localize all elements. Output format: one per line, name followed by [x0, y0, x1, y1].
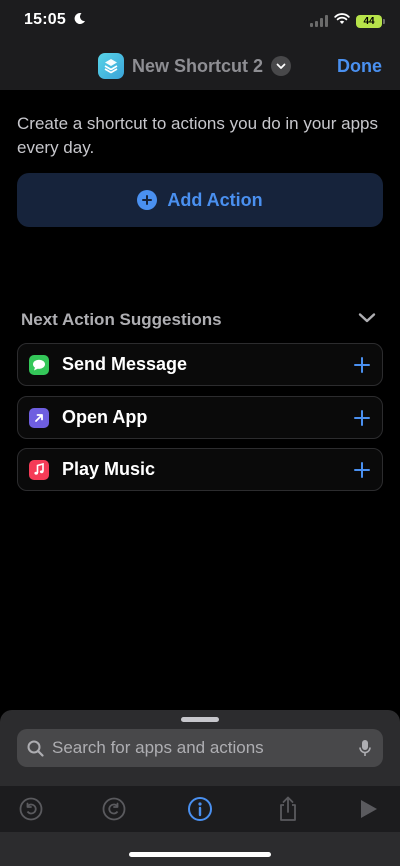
suggestion-label: Play Music: [62, 459, 156, 479]
chevron-down-icon[interactable]: [358, 311, 376, 329]
add-action-button[interactable]: Add Action: [17, 173, 383, 227]
play-icon[interactable]: [355, 796, 381, 822]
share-icon[interactable]: [275, 796, 301, 822]
open-app-icon: [29, 407, 49, 428]
moon-icon: [73, 12, 86, 28]
chevron-down-icon: [271, 56, 292, 76]
suggestions-header[interactable]: Next Action Suggestions: [21, 310, 376, 330]
search-placeholder: Search for apps and actions: [52, 738, 264, 757]
action-search-sheet: Search for apps and actions: [0, 710, 400, 866]
microphone-icon[interactable]: [359, 739, 371, 757]
add-icon[interactable]: [352, 408, 372, 428]
suggestion-label: Send Message: [62, 354, 188, 374]
nav-title: New Shortcut 2: [132, 55, 264, 76]
add-icon[interactable]: [352, 355, 372, 375]
status-bar: 15:05 44: [0, 0, 400, 44]
undo-icon[interactable]: [18, 796, 44, 822]
music-icon: [29, 459, 49, 480]
intro-text: Create a shortcut to actions you do in y…: [17, 114, 378, 157]
sheet-grabber[interactable]: [181, 717, 219, 722]
suggestion-open-app[interactable]: Open App: [17, 396, 383, 439]
add-icon[interactable]: [352, 460, 372, 480]
battery-icon: 44: [356, 14, 385, 28]
nav-bar: New Shortcut 2 Done: [0, 44, 400, 90]
signal-icon: [310, 15, 328, 27]
status-indicators: 44: [310, 12, 385, 30]
home-indicator: [129, 852, 271, 857]
search-field[interactable]: Search for apps and actions: [17, 729, 383, 767]
done-button[interactable]: Done: [337, 56, 382, 77]
suggestions-title: Next Action Suggestions: [21, 310, 222, 329]
editor-area: Create a shortcut to actions you do in y…: [0, 90, 400, 710]
shortcut-title-menu[interactable]: New Shortcut 2: [98, 53, 292, 79]
search-icon: [27, 740, 44, 757]
add-action-label: Add Action: [167, 189, 263, 210]
info-icon[interactable]: [187, 796, 213, 822]
wifi-icon: [334, 12, 350, 30]
bottom-toolbar: [0, 786, 400, 832]
suggestion-play-music[interactable]: Play Music: [17, 448, 383, 491]
suggestion-send-message[interactable]: Send Message: [17, 343, 383, 386]
plus-circle-icon: [137, 190, 158, 210]
shortcuts-app-icon: [98, 53, 124, 79]
suggestion-label: Open App: [62, 407, 148, 427]
battery-level: 44: [363, 15, 375, 27]
redo-icon[interactable]: [101, 796, 127, 822]
status-time: 15:05: [24, 11, 66, 28]
messages-icon: [29, 354, 49, 375]
